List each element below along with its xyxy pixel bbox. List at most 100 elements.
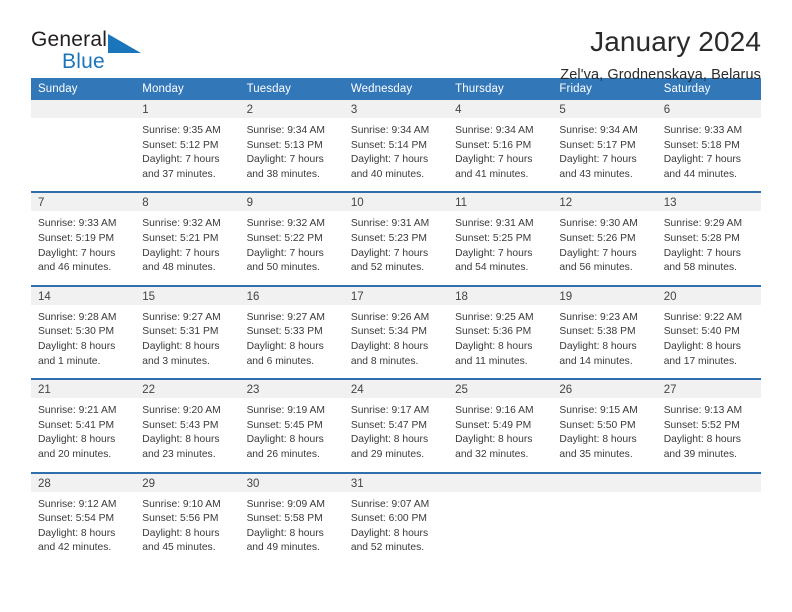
calendar-day-cell[interactable]: 11 Sunrise: 9:31 AM Sunset: 5:25 PM Dayligh… bbox=[448, 192, 553, 287]
weekday-header-monday: Monday bbox=[135, 78, 240, 100]
calendar-day-cell[interactable]: 6 Sunrise: 9:33 AM Sunset: 5:18 PM Daylight… bbox=[656, 100, 761, 194]
day-daylight-text: and 40 minutes. bbox=[350, 168, 425, 180]
general-blue-logo: General Blue bbox=[31, 26, 171, 80]
calendar-day-cell[interactable]: 3 Sunrise: 9:34 AM Sunset: 5:14 PM Daylight… bbox=[343, 100, 449, 194]
day-sunrise-text: Sunrise: 9:23 AM bbox=[559, 311, 638, 323]
day-details: Sunrise: 9:15 AM Sunset: 5:50 PM Daylight:… bbox=[552, 398, 656, 471]
calendar-day-cell[interactable]: 26 Sunrise: 9:15 AM Sunset: 5:50 PM Dayligh… bbox=[552, 379, 657, 474]
calendar-day-cell[interactable]: 17 Sunrise: 9:26 AM Sunset: 5:34 PM Dayligh… bbox=[343, 285, 449, 381]
day-details: Sunrise: 9:34 AM Sunset: 5:17 PM Daylight:… bbox=[552, 118, 656, 191]
calendar-day-cell[interactable]: 30 Sunrise: 9:09 AM Sunset: 5:58 PM Dayligh… bbox=[239, 472, 344, 565]
day-sunrise-text: Sunrise: 9:15 AM bbox=[559, 405, 638, 417]
day-number: 27 bbox=[656, 380, 761, 399]
calendar-day-cell[interactable]: 23 Sunrise: 9:19 AM Sunset: 5:45 PM Dayligh… bbox=[239, 379, 344, 474]
day-details: Sunrise: 9:20 AM Sunset: 5:43 PM Daylight:… bbox=[135, 398, 239, 471]
day-daylight-text: Daylight: 7 hours bbox=[350, 154, 429, 166]
day-daylight-text: and 56 minutes. bbox=[559, 262, 633, 274]
calendar-day-cell[interactable]: 8 Sunrise: 9:32 AM Sunset: 5:21 PM Daylight… bbox=[135, 192, 240, 287]
calendar-day-cell[interactable]: 10 Sunrise: 9:31 AM Sunset: 5:23 PM Dayligh… bbox=[343, 192, 449, 287]
day-number: 11 bbox=[448, 193, 553, 212]
calendar-day-cell[interactable]: 5 Sunrise: 9:34 AM Sunset: 5:17 PM Daylight… bbox=[552, 100, 657, 194]
day-number: 26 bbox=[552, 380, 657, 399]
day-daylight-text: Daylight: 8 hours bbox=[142, 434, 220, 446]
page-title: January 2024 bbox=[590, 26, 761, 57]
day-sunrise-text: Sunrise: 9:30 AM bbox=[559, 218, 638, 230]
day-sunrise-text: Sunrise: 9:34 AM bbox=[559, 125, 638, 136]
page-header: General Blue January 2024 Zel'va, Grodne… bbox=[31, 0, 761, 83]
day-daylight-text: Daylight: 7 hours bbox=[455, 154, 533, 166]
day-daylight-text: and 38 minutes. bbox=[246, 168, 320, 180]
day-daylight-text: Daylight: 7 hours bbox=[350, 247, 429, 259]
calendar-day-cell[interactable]: 28 Sunrise: 9:12 AM Sunset: 5:54 PM Dayligh… bbox=[31, 472, 136, 565]
calendar-day-cell[interactable]: 15 Sunrise: 9:27 AM Sunset: 5:31 PM Dayligh… bbox=[135, 285, 240, 381]
day-sunset-text: Sunset: 5:23 PM bbox=[350, 232, 427, 244]
calendar-day-cell-empty bbox=[552, 472, 657, 565]
day-daylight-text: and 54 minutes. bbox=[455, 262, 529, 274]
calendar-week-row: 28 Sunrise: 9:12 AM Sunset: 5:54 PM Dayligh… bbox=[31, 472, 761, 565]
calendar-day-cell[interactable]: 22 Sunrise: 9:20 AM Sunset: 5:43 PM Dayligh… bbox=[135, 379, 240, 474]
calendar-day-cell[interactable]: 27 Sunrise: 9:13 AM Sunset: 5:52 PM Dayligh… bbox=[656, 379, 761, 474]
day-number: 7 bbox=[31, 193, 136, 212]
day-sunset-text: Sunset: 5:38 PM bbox=[559, 326, 636, 338]
calendar-day-cell[interactable]: 13 Sunrise: 9:29 AM Sunset: 5:28 PM Dayligh… bbox=[656, 192, 761, 287]
day-number: 1 bbox=[135, 100, 240, 118]
calendar-day-cell[interactable]: 14 Sunrise: 9:28 AM Sunset: 5:30 PM Dayligh… bbox=[31, 285, 136, 381]
calendar-day-cell[interactable]: 2 Sunrise: 9:34 AM Sunset: 5:13 PM Daylight… bbox=[239, 100, 344, 194]
calendar-day-cell[interactable]: 25 Sunrise: 9:16 AM Sunset: 5:49 PM Dayligh… bbox=[448, 379, 553, 474]
day-sunrise-text: Sunrise: 9:31 AM bbox=[455, 218, 534, 230]
calendar-day-cell[interactable]: 1 Sunrise: 9:35 AM Sunset: 5:12 PM Daylight… bbox=[135, 100, 240, 194]
day-number: 30 bbox=[239, 473, 344, 492]
day-sunrise-text: Sunrise: 9:12 AM bbox=[38, 498, 117, 510]
calendar-day-cell[interactable]: 21 Sunrise: 9:21 AM Sunset: 5:41 PM Dayligh… bbox=[31, 379, 136, 474]
calendar-day-cell[interactable]: 20 Sunrise: 9:22 AM Sunset: 5:40 PM Dayligh… bbox=[656, 285, 761, 381]
day-number: 6 bbox=[656, 100, 761, 118]
day-daylight-text: Daylight: 7 hours bbox=[663, 247, 741, 259]
day-daylight-text: and 14 minutes. bbox=[559, 355, 633, 367]
calendar-day-cell[interactable]: 12 Sunrise: 9:30 AM Sunset: 5:26 PM Dayligh… bbox=[552, 192, 657, 287]
day-sunset-text: Sunset: 5:49 PM bbox=[455, 419, 532, 431]
day-number: 10 bbox=[343, 193, 449, 212]
day-details: Sunrise: 9:31 AM Sunset: 5:25 PM Daylight:… bbox=[448, 211, 552, 284]
calendar-day-cell[interactable]: 19 Sunrise: 9:23 AM Sunset: 5:38 PM Dayligh… bbox=[552, 285, 657, 381]
day-details: Sunrise: 9:32 AM Sunset: 5:22 PM Daylight:… bbox=[240, 211, 344, 284]
calendar-body: 1 Sunrise: 9:35 AM Sunset: 5:12 PM Daylight… bbox=[31, 100, 761, 565]
day-sunrise-text: Sunrise: 9:16 AM bbox=[455, 405, 534, 417]
day-details: Sunrise: 9:23 AM Sunset: 5:38 PM Daylight:… bbox=[552, 305, 656, 378]
day-details: Sunrise: 9:27 AM Sunset: 5:31 PM Daylight:… bbox=[135, 305, 239, 378]
day-daylight-text: and 52 minutes. bbox=[350, 262, 425, 274]
day-daylight-text: and 11 minutes. bbox=[455, 355, 528, 367]
day-details: Sunrise: 9:34 AM Sunset: 5:14 PM Daylight:… bbox=[344, 118, 448, 191]
day-daylight-text: Daylight: 7 hours bbox=[142, 247, 220, 259]
day-number: 16 bbox=[239, 286, 344, 305]
day-details bbox=[448, 492, 552, 565]
day-sunrise-text: Sunrise: 9:31 AM bbox=[350, 218, 430, 230]
day-daylight-text: Daylight: 8 hours bbox=[38, 434, 116, 446]
day-details: Sunrise: 9:07 AM Sunset: 6:00 PM Daylight:… bbox=[344, 492, 448, 565]
logo-text-general: General bbox=[31, 28, 108, 51]
day-number: 15 bbox=[135, 286, 240, 305]
day-daylight-text: Daylight: 8 hours bbox=[559, 434, 637, 446]
calendar-week-row: 21 Sunrise: 9:21 AM Sunset: 5:41 PM Dayligh… bbox=[31, 379, 761, 474]
calendar-day-cell[interactable]: 9 Sunrise: 9:32 AM Sunset: 5:22 PM Daylight… bbox=[239, 192, 344, 287]
day-details: Sunrise: 9:28 AM Sunset: 5:30 PM Daylight:… bbox=[31, 305, 135, 378]
day-details: Sunrise: 9:19 AM Sunset: 5:45 PM Daylight:… bbox=[240, 398, 344, 471]
day-daylight-text: and 45 minutes. bbox=[142, 542, 216, 554]
day-daylight-text: and 23 minutes. bbox=[142, 448, 216, 460]
calendar-day-cell[interactable]: 24 Sunrise: 9:17 AM Sunset: 5:47 PM Dayligh… bbox=[343, 379, 449, 474]
day-details: Sunrise: 9:32 AM Sunset: 5:21 PM Daylight:… bbox=[135, 211, 239, 284]
day-daylight-text: Daylight: 8 hours bbox=[142, 527, 220, 539]
calendar-week-row: 1 Sunrise: 9:35 AM Sunset: 5:12 PM Daylight… bbox=[31, 100, 761, 194]
day-sunset-text: Sunset: 5:43 PM bbox=[142, 419, 219, 431]
calendar-day-cell[interactable]: 4 Sunrise: 9:34 AM Sunset: 5:16 PM Daylight… bbox=[448, 100, 553, 194]
day-daylight-text: and 42 minutes. bbox=[38, 542, 112, 554]
day-daylight-text: and 52 minutes. bbox=[350, 542, 425, 554]
calendar-day-cell[interactable]: 7 Sunrise: 9:33 AM Sunset: 5:19 PM Daylight… bbox=[31, 192, 136, 287]
calendar-day-cell[interactable]: 29 Sunrise: 9:10 AM Sunset: 5:56 PM Dayligh… bbox=[135, 472, 240, 565]
calendar-day-cell[interactable]: 31 Sunrise: 9:07 AM Sunset: 6:00 PM Dayligh… bbox=[343, 472, 449, 565]
day-sunrise-text: Sunrise: 9:27 AM bbox=[142, 311, 221, 323]
day-number: 4 bbox=[448, 100, 553, 118]
calendar-day-cell[interactable]: 18 Sunrise: 9:25 AM Sunset: 5:36 PM Dayligh… bbox=[448, 285, 553, 381]
day-number: 5 bbox=[552, 100, 657, 118]
day-daylight-text: Daylight: 7 hours bbox=[142, 154, 220, 166]
calendar-day-cell[interactable]: 16 Sunrise: 9:27 AM Sunset: 5:33 PM Dayligh… bbox=[239, 285, 344, 381]
